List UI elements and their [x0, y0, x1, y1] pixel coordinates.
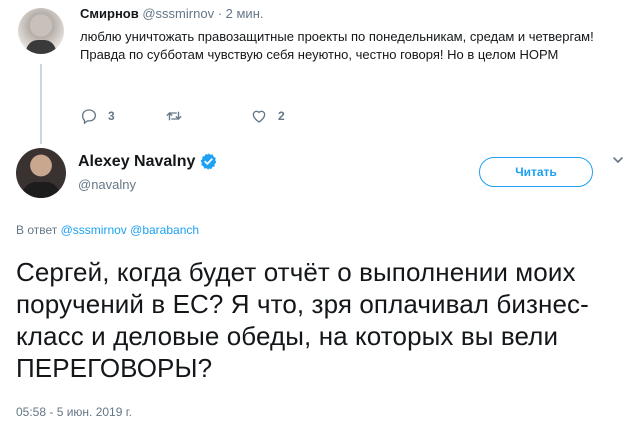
parent-time[interactable]: 2 мин. [226, 6, 264, 21]
reply-context: В ответ @sssmirnov @barabanch [16, 223, 199, 237]
retweet-button[interactable] [165, 107, 250, 125]
parent-avatar[interactable] [18, 8, 64, 54]
like-button[interactable]: 2 [250, 107, 335, 125]
tweet-text: Сергей, когда будет отчёт о выполнении м… [16, 257, 589, 383]
mention-link-2[interactable]: @barabanch [130, 223, 199, 237]
like-icon [252, 110, 266, 123]
like-count: 2 [278, 109, 285, 123]
follow-button[interactable]: Читать [479, 157, 593, 187]
parent-display-name[interactable]: Смирнов [80, 6, 139, 21]
reply-to-prefix: В ответ [16, 223, 58, 237]
parent-tweet-text: люблю уничтожать правозащитные проекты п… [80, 29, 594, 62]
author-avatar[interactable] [16, 148, 66, 198]
reply-button[interactable]: 3 [80, 107, 165, 125]
parent-tweet-header: Смирнов @sssmirnov · 2 мин. [80, 6, 264, 21]
author-name-row[interactable]: Alexey Navalny [78, 152, 218, 171]
retweet-icon [166, 111, 182, 121]
verified-badge-icon [201, 153, 217, 170]
author-handle[interactable]: @navalny [78, 177, 136, 192]
parent-tweet-actions: 3 2 [80, 106, 335, 126]
author-display-name[interactable]: Alexey Navalny [78, 153, 195, 171]
reply-count: 3 [108, 109, 115, 123]
reply-icon [81, 109, 97, 125]
mention-link-1[interactable]: @sssmirnov [61, 223, 127, 237]
thread-connector-line [40, 64, 42, 144]
tweet-timestamp[interactable]: 05:58 - 5 июн. 2019 г. [16, 405, 132, 419]
parent-handle[interactable]: @sssmirnov [142, 6, 214, 21]
parent-separator: · [217, 6, 223, 21]
chevron-down-icon[interactable] [612, 154, 624, 166]
